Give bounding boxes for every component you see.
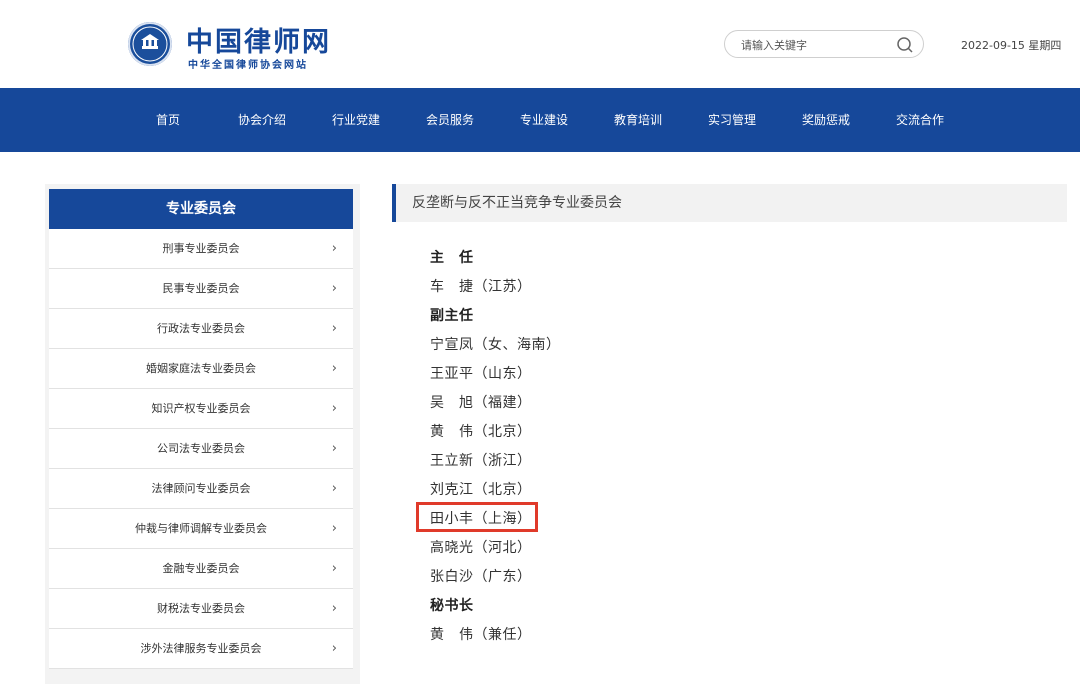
sidebar-item[interactable]: 刑事专业委员会 › [49,229,353,269]
sidebar-item-label: 公司法专业委员会 [157,442,245,455]
chevron-right-icon: › [331,241,337,256]
chevron-right-icon: › [331,521,337,536]
nav-item-party[interactable]: 行业党建 [316,88,396,152]
member-list: 主 任 车 捷（江苏） 副主任 宁宣凤（女、海南） 王亚平（山东） 吴 旭（福建… [430,244,830,650]
content-header: 反垄断与反不正当竞争专业委员会 [392,184,1067,222]
sidebar-item-label: 财税法专业委员会 [157,602,245,615]
sidebar-item[interactable]: 行政法专业委员会 › [49,309,353,349]
sidebar-item[interactable]: 法律顾问专业委员会 › [49,469,353,509]
main-nav: 首页 协会介绍 行业党建 会员服务 专业建设 教育培训 实习管理 奖励惩戒 交流… [0,88,1080,152]
sidebar-item[interactable]: 仲裁与律师调解专业委员会 › [49,509,353,549]
sidebar-item[interactable]: 知识产权专业委员会 › [49,389,353,429]
logo-title[interactable]: 中国律师网 [186,20,331,59]
nav-item-training[interactable]: 教育培训 [598,88,678,152]
sidebar-title: 专业委员会 [49,189,353,229]
member-entry: 车 捷（江苏） [430,279,532,295]
chevron-right-icon: › [331,361,337,376]
highlight-box [416,502,538,532]
sidebar-item-label: 刑事专业委员会 [162,242,240,255]
chevron-right-icon: › [331,561,337,576]
page-title: 反垄断与反不正当竞争专业委员会 [412,195,622,211]
chevron-right-icon: › [331,321,337,336]
chevron-right-icon: › [331,641,337,656]
sidebar-item[interactable]: 财税法专业委员会 › [49,589,353,629]
chevron-right-icon: › [331,401,337,416]
role-heading: 副主任 [430,308,474,324]
sidebar-item-label: 法律顾问专业委员会 [151,482,251,495]
chevron-right-icon: › [331,281,337,296]
sidebar-item-label: 婚姻家庭法专业委员会 [146,362,256,375]
member-entry: 刘克江（北京） [430,482,532,498]
sidebar-item-label: 知识产权专业委员会 [151,402,251,415]
member-entry: 黄 伟（兼任） [430,627,532,643]
chevron-right-icon: › [331,601,337,616]
logo-subtitle: 中华全国律师协会网站 [188,60,308,71]
sidebar-item[interactable]: 婚姻家庭法专业委员会 › [49,349,353,389]
role-heading: 秘书长 [430,598,474,614]
sidebar-item-label: 金融专业委员会 [162,562,240,575]
sidebar-item-label: 涉外法律服务专业委员会 [140,642,262,655]
sidebar-item[interactable]: 民事专业委员会 › [49,269,353,309]
nav-item-awards[interactable]: 奖励惩戒 [786,88,866,152]
nav-item-about[interactable]: 协会介绍 [222,88,302,152]
search-input[interactable] [739,35,893,55]
sidebar-item[interactable]: 金融专业委员会 › [49,549,353,589]
sidebar-item-label: 民事专业委员会 [162,282,240,295]
role-heading: 主 任 [430,250,474,266]
site-header: 中国律师网 中华全国律师协会网站 2022-09-15 星期四 [0,0,1080,88]
search-box [724,30,924,58]
member-entry: 王亚平（山东） [430,366,532,382]
nav-item-exchange[interactable]: 交流合作 [880,88,960,152]
nav-item-member-services[interactable]: 会员服务 [410,88,490,152]
member-entry: 吴 旭（福建） [430,395,532,411]
sidebar-list: 刑事专业委员会 › 民事专业委员会 › 行政法专业委员会 › 婚姻家庭法专业委员会 › … [49,229,353,669]
chevron-right-icon: › [331,441,337,456]
chevron-right-icon: › [331,481,337,496]
sidebar: 专业委员会 刑事专业委员会 › 民事专业委员会 › 行政法专业委员会 › 婚姻家庭法专… [45,184,360,684]
nav-item-home[interactable]: 首页 [128,88,208,152]
sidebar-item-label: 行政法专业委员会 [157,322,245,335]
nav-item-specialty[interactable]: 专业建设 [504,88,584,152]
search-icon[interactable] [895,35,915,55]
nav-item-internship[interactable]: 实习管理 [692,88,772,152]
member-entry: 宁宣凤（女、海南） [430,337,561,353]
member-entry: 黄 伟（北京） [430,424,532,440]
logo-emblem-icon[interactable] [128,22,172,66]
member-entry: 张白沙（广东） [430,569,532,585]
sidebar-item[interactable]: 涉外法律服务专业委员会 › [49,629,353,669]
member-entry: 王立新（浙江） [430,453,532,469]
member-entry: 高晓光（河北） [430,540,532,556]
current-date: 2022-09-15 星期四 [961,39,1062,52]
sidebar-item-label: 仲裁与律师调解专业委员会 [135,522,267,535]
sidebar-item[interactable]: 公司法专业委员会 › [49,429,353,469]
